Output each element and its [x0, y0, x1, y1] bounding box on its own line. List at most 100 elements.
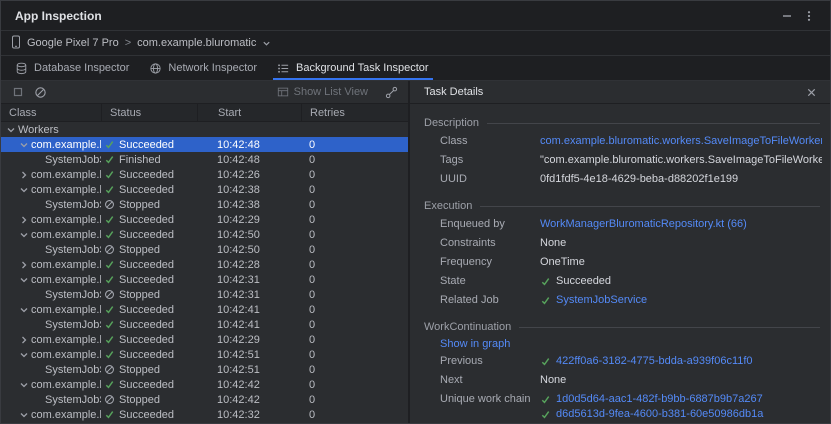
task-row[interactable]: com.example.blSucceeded10:42:510: [1, 347, 408, 362]
task-row[interactable]: com.example.blSucceeded10:42:410: [1, 302, 408, 317]
tab-database-inspector[interactable]: Database Inspector: [5, 56, 139, 80]
detail-label: Class: [440, 134, 540, 149]
task-row[interactable]: SystemJobSSucceeded10:42:410: [1, 317, 408, 332]
column-header-start[interactable]: Start: [197, 104, 301, 121]
worker-class: com.example.bl: [31, 139, 101, 151]
chevron-right-icon[interactable]: [19, 260, 29, 270]
start-time: 10:42:38: [197, 197, 301, 212]
chevron-down-icon[interactable]: [19, 185, 29, 195]
detail-value[interactable]: 1d0d5d64-aac1-482f-b9bb-6887b9b7a267: [556, 392, 763, 407]
worker-class: SystemJobS: [45, 319, 101, 331]
task-row[interactable]: com.example.blSucceeded10:42:290: [1, 332, 408, 347]
workers-group-row[interactable]: Workers: [1, 122, 408, 137]
chevron-down-icon[interactable]: [19, 350, 29, 360]
task-row[interactable]: com.example.blSucceeded10:42:290: [1, 212, 408, 227]
window-title: App Inspection: [15, 9, 102, 23]
tab-background-inspector[interactable]: Background Task Inspector: [267, 56, 438, 80]
check-icon: [104, 319, 115, 330]
detail-value[interactable]: com.example.bluromatic.workers.SaveImage…: [540, 134, 822, 149]
stop-icon[interactable]: [7, 82, 29, 102]
column-header-retries[interactable]: Retries: [301, 104, 408, 121]
task-row[interactable]: com.example.blSucceeded10:42:310: [1, 272, 408, 287]
task-row[interactable]: com.example.blSucceeded10:42:280: [1, 257, 408, 272]
task-row[interactable]: com.example.blSucceeded10:42:320: [1, 407, 408, 422]
worker-class: SystemJobS: [45, 364, 101, 376]
retries-count: 0: [301, 152, 408, 167]
titlebar: App Inspection: [1, 1, 830, 31]
task-row[interactable]: SystemJobSStopped10:42:380: [1, 197, 408, 212]
task-row[interactable]: com.example.blSucceeded10:42:420: [1, 377, 408, 392]
retries-count: 0: [301, 407, 408, 422]
start-time: 10:42:42: [197, 392, 301, 407]
graph-view-icon[interactable]: [380, 82, 402, 102]
detail-label: Tags: [440, 153, 540, 168]
detail-label: Constraints: [440, 236, 540, 251]
status-label: Succeeded: [119, 319, 174, 331]
task-row[interactable]: com.example.blSucceeded10:42:260: [1, 167, 408, 182]
check-icon: [104, 409, 115, 420]
status-cell: Finished: [101, 152, 197, 167]
status-cell: Stopped: [101, 287, 197, 302]
check-icon: [104, 154, 115, 165]
chevron-right-icon[interactable]: [19, 215, 29, 225]
task-row[interactable]: SystemJobSStopped10:42:510: [1, 362, 408, 377]
table-toolbar: Show List View: [1, 81, 408, 104]
task-row[interactable]: SystemJobSStopped10:42:500: [1, 242, 408, 257]
status-label: Succeeded: [119, 274, 174, 286]
status-cell: Stopped: [101, 392, 197, 407]
column-header-status[interactable]: Status: [101, 104, 197, 121]
chevron-down-icon[interactable]: [6, 125, 16, 135]
chevron-down-icon[interactable]: [19, 275, 29, 285]
more-options-icon[interactable]: [798, 6, 820, 26]
chevron-right-icon[interactable]: [19, 170, 29, 180]
chevron-down-icon[interactable]: [19, 140, 29, 150]
status-cell: Succeeded: [101, 167, 197, 182]
retries-count: 0: [301, 257, 408, 272]
task-row[interactable]: SystemJobSFinished10:42:480: [1, 152, 408, 167]
check-icon: [104, 259, 115, 270]
status-label: Succeeded: [119, 169, 174, 181]
retries-count: 0: [301, 317, 408, 332]
worker-class: com.example.bl: [31, 274, 101, 286]
task-row[interactable]: SystemJobSStopped10:42:420: [1, 392, 408, 407]
status-cell: Succeeded: [101, 257, 197, 272]
chevron-down-icon[interactable]: [19, 410, 29, 420]
detail-value: OneTime: [540, 255, 585, 270]
tab-network-inspector[interactable]: Network Inspector: [139, 56, 267, 80]
chevron-right-icon[interactable]: [19, 335, 29, 345]
cancel-work-icon[interactable]: [29, 82, 51, 102]
detail-value[interactable]: SystemJobService: [556, 293, 647, 308]
status-label: Succeeded: [119, 214, 174, 226]
group-label: Workers: [18, 124, 59, 136]
task-row[interactable]: com.example.blSucceeded10:42:480: [1, 137, 408, 152]
worker-class: com.example.bl: [31, 304, 101, 316]
detail-label: Frequency: [440, 255, 540, 270]
detail-value[interactable]: d6d5613d-9fea-4600-b381-60e50986db1a: [556, 407, 763, 422]
status-cell: Succeeded: [101, 407, 197, 422]
detail-label: Unique work chain: [440, 392, 540, 407]
close-icon[interactable]: [800, 82, 822, 102]
check-icon: [540, 356, 551, 367]
task-row[interactable]: com.example.blSucceeded10:42:380: [1, 182, 408, 197]
hide-window-icon[interactable]: [776, 6, 798, 26]
status-label: Stopped: [119, 199, 160, 211]
chevron-down-icon[interactable]: [19, 305, 29, 315]
show-list-view-button[interactable]: Show List View: [277, 86, 368, 98]
start-time: 10:42:50: [197, 242, 301, 257]
show-in-graph-link[interactable]: Show in graph: [440, 338, 510, 350]
check-icon: [104, 184, 115, 195]
chevron-down-icon[interactable]: [19, 230, 29, 240]
detail-value[interactable]: WorkManagerBluromaticRepository.kt (66): [540, 217, 747, 232]
column-header-class[interactable]: Class: [1, 104, 101, 121]
status-cell: Succeeded: [101, 227, 197, 242]
process-selector[interactable]: Google Pixel 7 Pro > com.example.bluroma…: [27, 37, 271, 49]
chevron-down-icon[interactable]: [19, 380, 29, 390]
retries-count: 0: [301, 212, 408, 227]
task-row[interactable]: com.example.blSucceeded10:42:500: [1, 227, 408, 242]
stopped-icon: [104, 394, 115, 405]
detail-value[interactable]: 422ff0a6-3182-4775-bdda-a939f06c11f0: [556, 354, 753, 369]
task-row[interactable]: SystemJobSStopped10:42:310: [1, 287, 408, 302]
start-time: 10:42:29: [197, 212, 301, 227]
retries-count: 0: [301, 392, 408, 407]
status-cell: Succeeded: [101, 377, 197, 392]
